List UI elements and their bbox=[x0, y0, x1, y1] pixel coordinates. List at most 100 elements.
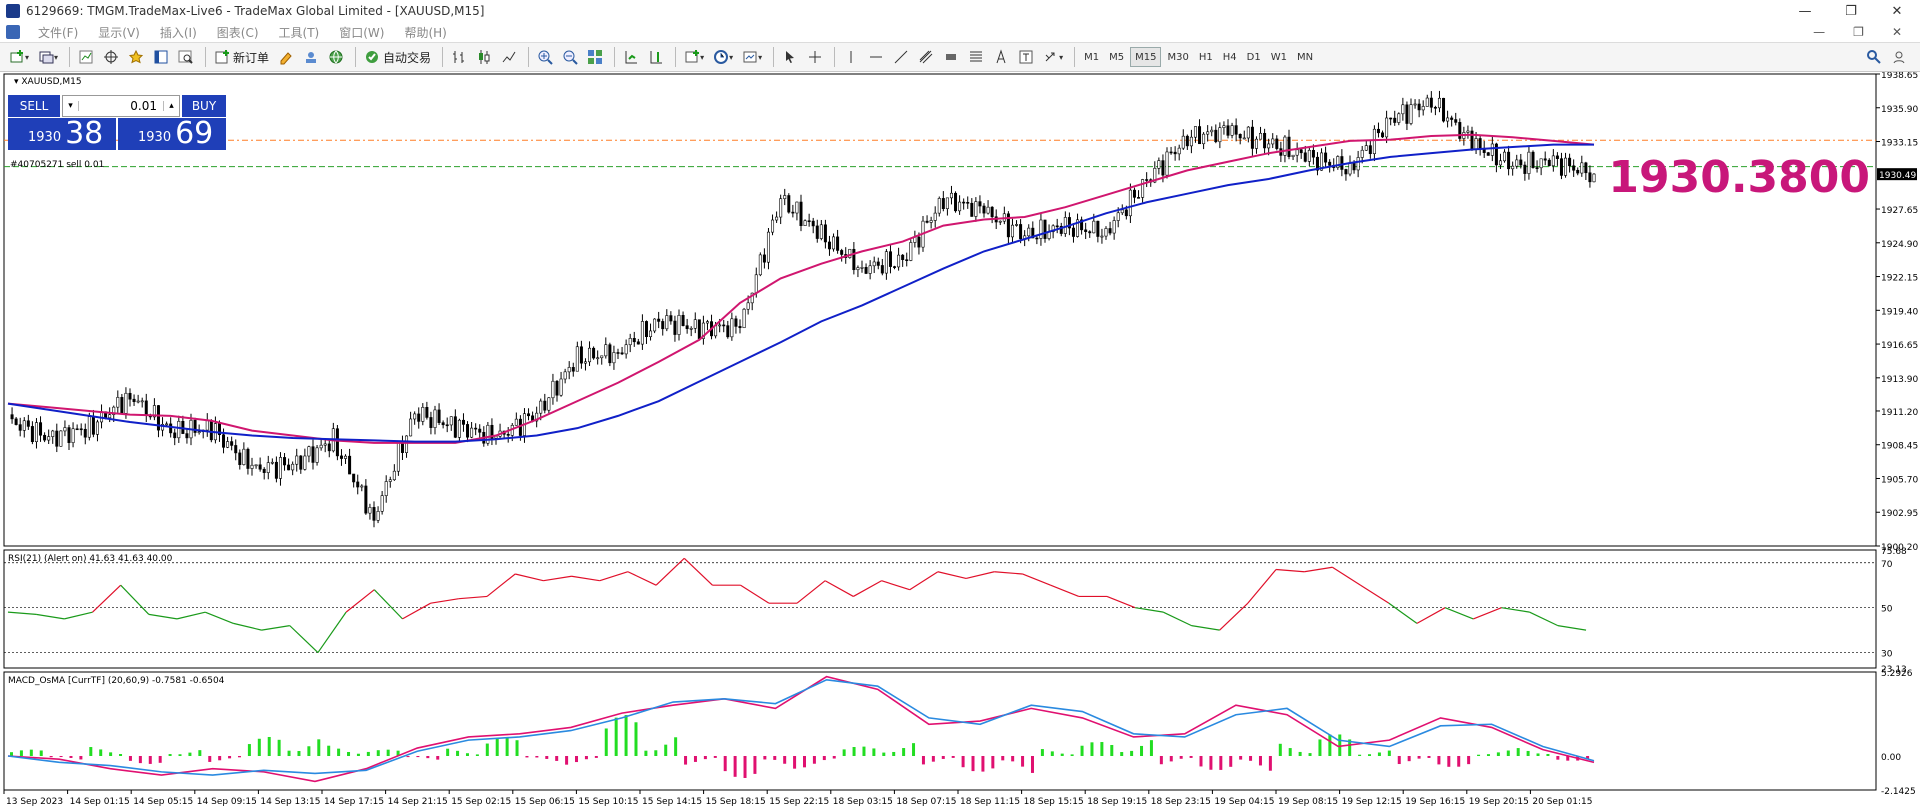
new-order-button[interactable]: 新订单 bbox=[211, 46, 272, 68]
timeframe-m5[interactable]: M5 bbox=[1105, 47, 1128, 67]
candle-body bbox=[949, 192, 953, 199]
timeframe-mn[interactable]: MN bbox=[1293, 47, 1317, 67]
sell-price[interactable]: 1930 38 bbox=[8, 118, 116, 150]
minimize-button[interactable]: — bbox=[1782, 0, 1828, 22]
maximize-button[interactable]: ❐ bbox=[1828, 0, 1874, 22]
profiles-button[interactable]: ▾ bbox=[35, 46, 61, 68]
lot-size-input[interactable]: ▾ 0.01 ▴ bbox=[62, 95, 180, 117]
strategy-tester-button[interactable] bbox=[175, 46, 197, 68]
auto-scroll-button[interactable] bbox=[620, 46, 642, 68]
horizontal-line-icon bbox=[870, 56, 883, 58]
candle-body bbox=[596, 357, 600, 360]
child-minimize-button[interactable]: — bbox=[1813, 25, 1825, 39]
data-window-button[interactable] bbox=[100, 46, 122, 68]
histogram-bar bbox=[594, 755, 598, 758]
fibonacci-button[interactable] bbox=[965, 46, 987, 68]
candle-body bbox=[917, 236, 921, 248]
close-button[interactable]: ✕ bbox=[1874, 0, 1920, 22]
market-button[interactable] bbox=[325, 46, 347, 68]
vertical-line-button[interactable] bbox=[840, 46, 862, 68]
lot-decrease-button[interactable]: ▾ bbox=[63, 101, 79, 111]
x-tick-label-21: 19 Sep 12:15 bbox=[1342, 797, 1402, 807]
timeframe-w1[interactable]: W1 bbox=[1267, 47, 1291, 67]
lot-size-value[interactable]: 0.01 bbox=[79, 99, 163, 113]
candle-body bbox=[311, 446, 315, 463]
cursor-button[interactable] bbox=[779, 46, 801, 68]
histogram-bar bbox=[1040, 749, 1044, 756]
histogram-bar bbox=[1338, 734, 1342, 756]
histogram-bar bbox=[1189, 755, 1193, 758]
candle-body bbox=[283, 457, 287, 466]
candle-body bbox=[978, 201, 982, 207]
periods-button[interactable]: ▾ bbox=[710, 46, 736, 68]
navigator-button[interactable] bbox=[125, 46, 147, 68]
text-button[interactable] bbox=[990, 46, 1012, 68]
arrows-button[interactable]: ▾ bbox=[1040, 46, 1066, 68]
signals-button[interactable] bbox=[300, 46, 322, 68]
timeframe-m15[interactable]: M15 bbox=[1130, 47, 1162, 67]
candle-body bbox=[83, 428, 87, 438]
histogram-bar bbox=[1011, 755, 1015, 762]
lot-increase-button[interactable]: ▴ bbox=[163, 101, 179, 111]
candle-body bbox=[1263, 132, 1267, 149]
bar-chart-button[interactable] bbox=[448, 46, 470, 68]
candle-body bbox=[291, 463, 295, 471]
zoom-out-button[interactable] bbox=[559, 46, 581, 68]
sell-button[interactable]: SELL bbox=[8, 95, 60, 117]
terminal-button[interactable] bbox=[150, 46, 172, 68]
timeframe-m1[interactable]: M1 bbox=[1080, 47, 1103, 67]
market-watch-button[interactable] bbox=[75, 46, 97, 68]
histogram-bar bbox=[773, 755, 777, 760]
tile-windows-button[interactable] bbox=[584, 46, 606, 68]
menu-tools[interactable]: 工具(T) bbox=[269, 24, 330, 41]
candle-body bbox=[925, 220, 929, 223]
zoom-in-button[interactable] bbox=[534, 46, 556, 68]
chart-area[interactable]: 1938.65 1935.90 1933.15 1930.49 1927.65 1924.… bbox=[0, 72, 1920, 811]
chart-shift-button[interactable] bbox=[645, 46, 667, 68]
auto-trading-button[interactable]: 自动交易 bbox=[361, 46, 434, 68]
menu-window[interactable]: 窗口(W) bbox=[329, 24, 394, 41]
rsi-segment bbox=[373, 589, 403, 620]
indicators-button[interactable]: ▾ bbox=[681, 46, 707, 68]
child-close-button[interactable]: ✕ bbox=[1892, 25, 1902, 39]
crosshair-button[interactable] bbox=[804, 46, 826, 68]
trendline-button[interactable] bbox=[890, 46, 912, 68]
timeframe-h4[interactable]: H4 bbox=[1219, 47, 1241, 67]
horizontal-line-button[interactable] bbox=[865, 46, 887, 68]
candle-body bbox=[1515, 159, 1519, 167]
rsi-segment bbox=[1022, 573, 1051, 586]
new-chart-button[interactable]: ▾ bbox=[6, 46, 32, 68]
timeframe-d1[interactable]: D1 bbox=[1243, 47, 1265, 67]
buy-button[interactable]: BUY bbox=[182, 95, 226, 117]
chat-button[interactable] bbox=[1888, 46, 1910, 68]
candle-body bbox=[1442, 97, 1446, 122]
buy-price[interactable]: 1930 69 bbox=[118, 118, 226, 150]
menu-help[interactable]: 帮助(H) bbox=[394, 24, 456, 41]
channel-button[interactable] bbox=[915, 46, 937, 68]
rsi-segment bbox=[486, 573, 516, 597]
rectangle-button[interactable] bbox=[940, 46, 962, 68]
menu-view[interactable]: 显示(V) bbox=[88, 24, 150, 41]
timeframe-h1[interactable]: H1 bbox=[1195, 47, 1217, 67]
candle-body bbox=[1019, 224, 1023, 240]
rsi-segment bbox=[1444, 607, 1474, 620]
child-restore-button[interactable]: ❐ bbox=[1853, 25, 1864, 39]
x-tick-label-16: 18 Sep 15:15 bbox=[1024, 797, 1084, 807]
histogram-bar bbox=[99, 749, 103, 756]
metaeditor-button[interactable] bbox=[275, 46, 297, 68]
histogram-bar bbox=[1021, 755, 1025, 767]
menu-insert[interactable]: 插入(I) bbox=[150, 24, 207, 41]
timeframe-m30[interactable]: M30 bbox=[1163, 47, 1192, 67]
text-label-button[interactable] bbox=[1015, 46, 1037, 68]
candle-body bbox=[970, 202, 974, 217]
menu-file[interactable]: 文件(F) bbox=[28, 24, 88, 41]
candle-body bbox=[234, 445, 238, 454]
auto-trading-label: 自动交易 bbox=[383, 50, 432, 65]
search-button[interactable] bbox=[1863, 46, 1885, 68]
candle-body bbox=[1413, 103, 1417, 106]
menu-charts[interactable]: 图表(C) bbox=[207, 24, 269, 41]
candlestick-button[interactable] bbox=[473, 46, 495, 68]
line-chart-button[interactable] bbox=[498, 46, 520, 68]
histogram-bar bbox=[1536, 753, 1540, 756]
templates-button[interactable]: ▾ bbox=[739, 46, 765, 68]
